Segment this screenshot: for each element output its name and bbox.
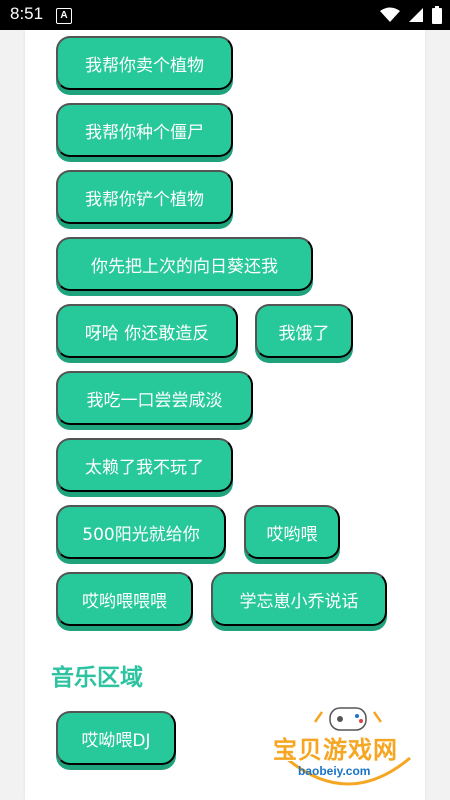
sunshine-500-button[interactable]: 500阳光就给你 [56,505,226,559]
status-icons [380,6,442,24]
status-bar: 8:51 A [0,0,450,30]
hungry-button[interactable]: 我饿了 [255,304,353,358]
a-letter-icon: A [56,8,72,24]
watermark-text: 宝贝游戏网 [273,736,398,764]
watermark-url: baobeiy.com [298,764,371,778]
quit-button[interactable]: 太赖了我不玩了 [56,438,233,492]
aiyowei-button[interactable]: 哎哟喂 [244,505,340,559]
wifi-icon [380,7,400,22]
sell-plant-button[interactable]: 我帮你卖个植物 [56,36,233,90]
plant-zombie-button[interactable]: 我帮你种个僵尸 [56,103,233,157]
music-section-title: 音乐区域 [51,665,143,691]
battery-icon [432,6,442,24]
watermark: 宝贝游戏网 baobeiy.com [268,700,428,798]
signal-icon [409,8,423,22]
return-sunflower-button[interactable]: 你先把上次的向日葵还我 [56,237,313,291]
shovel-plant-button[interactable]: 我帮你铲个植物 [56,170,233,224]
aiyowei-long-button[interactable]: 哎哟喂喂喂 [56,572,193,626]
status-time: 8:51 [10,4,44,23]
aiyowei-dj-button[interactable]: 哎呦喂DJ [56,711,176,765]
taste-button[interactable]: 我吃一口尝尝咸淡 [56,371,253,425]
rebel-button[interactable]: 呀哈 你还敢造反 [56,304,238,358]
xiaoqiao-button[interactable]: 学忘崽小乔说话 [211,572,387,626]
